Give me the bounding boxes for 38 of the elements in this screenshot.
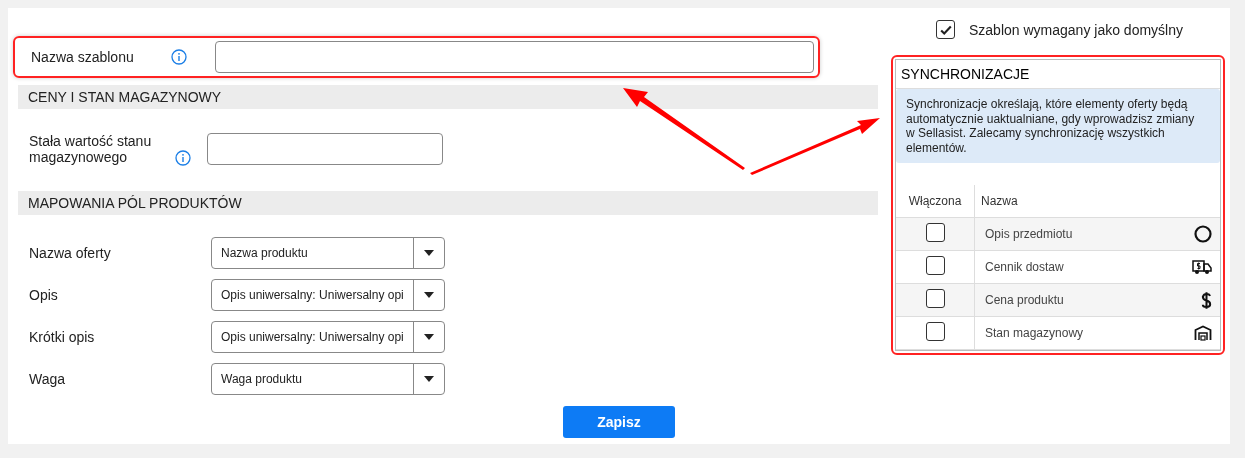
field-label: Opis bbox=[29, 287, 59, 303]
section-header: CENY I STAN MAGAZYNOWY bbox=[18, 85, 878, 109]
input-field[interactable] bbox=[207, 133, 443, 165]
table-cell: Cena produktu bbox=[974, 283, 1181, 317]
info-note: Synchronizacje określają, które elementy oferty będą automatycznie uaktualniane, gdy wprowadzisz zmiany w Sellasist. Zalecamy synchronizację wszystkich elementów. bbox=[896, 89, 1220, 163]
select-field[interactable]: Opis uniwersalny: Uniwersalny opi bbox=[211, 279, 445, 311]
field-label: Nazwa oferty bbox=[29, 245, 112, 261]
checkbox-label: Szablon wymagany jako domyślny bbox=[969, 21, 1183, 38]
select-field[interactable]: Opis uniwersalny: Uniwersalny opi bbox=[211, 321, 445, 353]
caret-icon bbox=[424, 376, 434, 382]
input-field[interactable] bbox=[215, 41, 814, 73]
circle-icon bbox=[1194, 225, 1212, 243]
field-label: Krótki opis bbox=[29, 329, 96, 345]
caret-icon bbox=[424, 292, 434, 298]
checkbox[interactable] bbox=[925, 289, 945, 308]
dollar-icon bbox=[1201, 290, 1212, 310]
checkbox[interactable] bbox=[936, 20, 955, 39]
section-header: MAPOWANIA PÓL PRODUKTÓW bbox=[18, 191, 878, 215]
table-cell: Stan magazynowy bbox=[974, 316, 1181, 350]
caret-icon bbox=[424, 334, 434, 340]
select-field[interactable]: Waga produktu bbox=[211, 363, 445, 395]
checkbox[interactable] bbox=[925, 322, 945, 341]
field-label: Stała wartość stanu magazynowego bbox=[29, 133, 153, 165]
table-cell: Cennik dostaw bbox=[974, 250, 1181, 284]
save-button[interactable]: Zapisz bbox=[563, 406, 675, 438]
select-field[interactable]: Nazwa produktu bbox=[211, 237, 445, 269]
field-label: Nazwa szablonu bbox=[31, 49, 135, 65]
checkbox[interactable] bbox=[925, 256, 945, 275]
table-cell: Opis przedmiotu bbox=[974, 217, 1181, 251]
column-header: Nazwa bbox=[974, 185, 1181, 218]
info-icon[interactable] bbox=[171, 49, 187, 65]
truck-icon bbox=[1192, 259, 1212, 275]
field-label: Waga bbox=[29, 371, 67, 387]
warehouse-icon bbox=[1194, 325, 1212, 341]
column-header: Włączona bbox=[896, 185, 975, 218]
info-icon[interactable] bbox=[175, 150, 191, 166]
caret-icon bbox=[424, 250, 434, 256]
checkbox[interactable] bbox=[925, 223, 945, 242]
